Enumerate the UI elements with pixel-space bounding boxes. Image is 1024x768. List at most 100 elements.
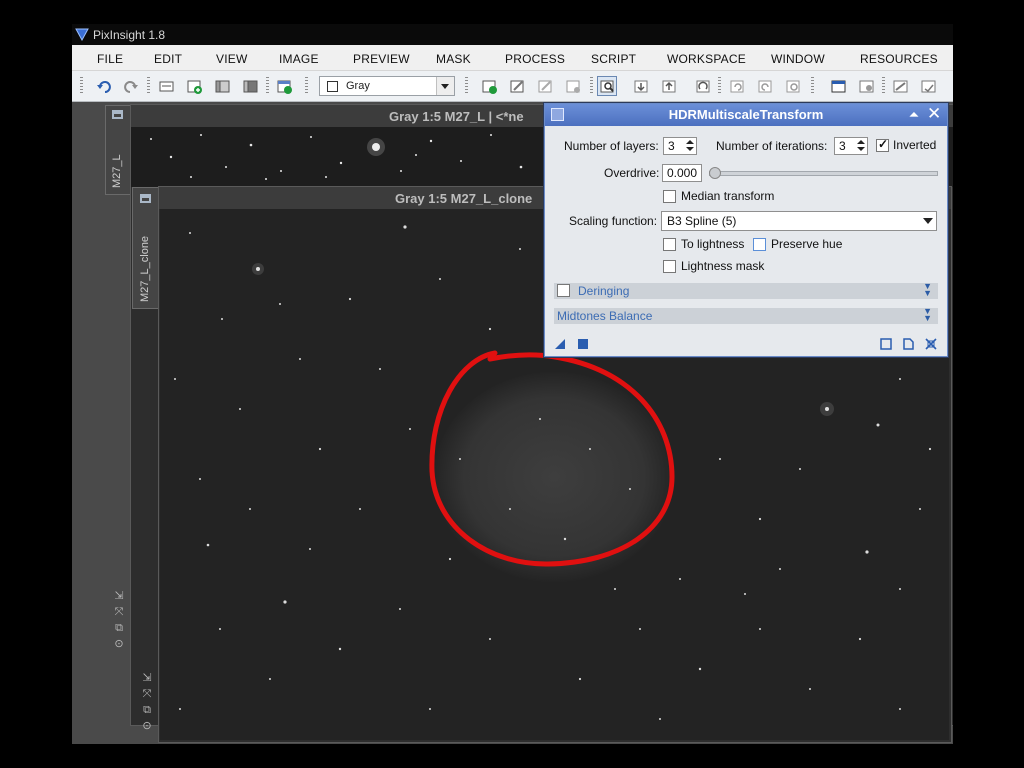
spin-up-icon[interactable] bbox=[856, 139, 866, 146]
overdrive-value: 0.000 bbox=[667, 166, 698, 180]
menu-window[interactable]: WINDOW bbox=[771, 52, 825, 66]
median-transform-checkbox[interactable] bbox=[663, 190, 676, 203]
color-mode-select[interactable]: Gray bbox=[319, 76, 455, 96]
close-icon[interactable]: ✕ bbox=[927, 105, 941, 122]
tab-m27-l-clone[interactable]: M27_L_clone bbox=[132, 187, 160, 309]
preview-add-icon[interactable] bbox=[535, 76, 555, 96]
mask-enable-icon[interactable] bbox=[631, 76, 651, 96]
new-instance-icon[interactable] bbox=[554, 338, 566, 350]
iterations-value: 3 bbox=[839, 139, 846, 153]
window-icon bbox=[112, 110, 123, 119]
pixinsight-logo-icon bbox=[75, 28, 89, 41]
app-title: PixInsight 1.8 bbox=[93, 28, 166, 42]
expand-icon[interactable]: ▼ ▼ bbox=[923, 307, 932, 323]
zoom-icon[interactable] bbox=[597, 76, 617, 96]
edit-preview-icon[interactable] bbox=[507, 76, 527, 96]
tab-m27-l-clone-label: M27_L_clone bbox=[139, 235, 151, 302]
section-deringing-label: Deringing bbox=[578, 284, 630, 298]
restore-icon[interactable]: ⧉ bbox=[139, 702, 155, 718]
deringing-checkbox[interactable] bbox=[557, 284, 570, 297]
menu-bar: FILE EDIT VIEW IMAGE PREVIEW MASK PROCES… bbox=[72, 45, 953, 71]
layers-value: 3 bbox=[668, 139, 675, 153]
app-titlebar: PixInsight 1.8 bbox=[72, 24, 953, 45]
dialog-titlebar[interactable]: HDRMultiscaleTransform ⏶ ✕ bbox=[545, 104, 947, 126]
spin-up-icon[interactable] bbox=[685, 139, 695, 146]
new-image-icon[interactable] bbox=[184, 76, 204, 96]
section-midtones-balance[interactable]: Midtones Balance ▼ ▼ bbox=[554, 307, 938, 324]
pan-icon[interactable]: ⇲ bbox=[139, 670, 155, 686]
expand-icon[interactable]: ▼ ▼ bbox=[923, 282, 932, 298]
image-window-m27-l-title: Gray 1:5 M27_L | <*ne bbox=[389, 109, 524, 124]
pan-icon[interactable]: ⇲ bbox=[111, 588, 127, 604]
iterations-label: Number of iterations: bbox=[716, 139, 828, 153]
undo-icon[interactable] bbox=[94, 76, 114, 96]
image-identifier-icon[interactable] bbox=[156, 76, 176, 96]
chevron-down-icon bbox=[436, 77, 454, 95]
overdrive-slider-knob[interactable] bbox=[709, 167, 721, 179]
reset-icon[interactable] bbox=[925, 338, 937, 350]
zoom-fit-icon[interactable]: ⤧ bbox=[139, 686, 155, 702]
menu-resources[interactable]: RESOURCES bbox=[860, 52, 938, 66]
inverted-label: Inverted bbox=[893, 138, 937, 152]
inverted-checkbox[interactable] bbox=[876, 137, 889, 152]
duplicate-icon[interactable] bbox=[212, 76, 232, 96]
documentation-icon[interactable] bbox=[902, 338, 914, 350]
toolbar-separator bbox=[147, 77, 150, 95]
window-cascade-icon[interactable] bbox=[856, 76, 876, 96]
to-lightness-checkbox[interactable] bbox=[663, 238, 676, 251]
menu-file[interactable]: FILE bbox=[97, 52, 123, 66]
mask-invert-icon[interactable] bbox=[693, 76, 713, 96]
window-icon bbox=[140, 194, 151, 203]
scaling-function-value: B3 Spline (5) bbox=[667, 214, 737, 228]
menu-mask[interactable]: MASK bbox=[436, 52, 471, 66]
menu-script[interactable]: SCRIPT bbox=[591, 52, 636, 66]
apply-global-icon[interactable] bbox=[577, 338, 589, 350]
toolbar-separator bbox=[718, 77, 721, 95]
menu-preview[interactable]: PREVIEW bbox=[353, 52, 410, 66]
process-redo-icon[interactable] bbox=[755, 76, 775, 96]
toolbar-separator bbox=[811, 77, 814, 95]
image-window-m27-l-clone-title: Gray 1:5 M27_L_clone bbox=[395, 191, 533, 206]
mask-show-icon[interactable] bbox=[659, 76, 679, 96]
toolbar-separator bbox=[465, 77, 468, 95]
lightness-mask-label: Lightness mask bbox=[681, 259, 765, 273]
overdrive-field[interactable]: 0.000 bbox=[662, 164, 702, 182]
scaling-function-label: Scaling function: bbox=[569, 214, 658, 228]
dialog-title: HDRMultiscaleTransform bbox=[668, 107, 824, 122]
menu-workspace[interactable]: WORKSPACE bbox=[667, 52, 746, 66]
iterations-spinbox[interactable]: 3 bbox=[834, 137, 868, 155]
overdrive-slider[interactable] bbox=[709, 171, 938, 176]
shade-icon[interactable]: ⏶ bbox=[907, 108, 921, 122]
new-preview-icon[interactable] bbox=[479, 76, 499, 96]
menu-edit[interactable]: EDIT bbox=[154, 52, 182, 66]
lightness-mask-checkbox[interactable] bbox=[663, 260, 676, 273]
redo-icon[interactable] bbox=[120, 76, 140, 96]
window-minimize-all-icon[interactable] bbox=[890, 76, 910, 96]
target-icon[interactable]: ⊙ bbox=[111, 636, 127, 652]
toolbar-separator bbox=[80, 77, 83, 95]
spin-down-icon[interactable] bbox=[685, 146, 695, 153]
scaling-function-select[interactable]: B3 Spline (5) bbox=[661, 211, 937, 231]
target-icon[interactable]: ⊙ bbox=[139, 718, 155, 734]
restore-icon[interactable]: ⧉ bbox=[111, 620, 127, 636]
process-undo-icon[interactable] bbox=[727, 76, 747, 96]
new-window-icon[interactable] bbox=[274, 76, 294, 96]
preview-delete-icon[interactable] bbox=[563, 76, 583, 96]
chevron-down-icon bbox=[923, 218, 933, 224]
window-close-all-icon[interactable] bbox=[918, 76, 938, 96]
clone-icon[interactable] bbox=[240, 76, 260, 96]
menu-view[interactable]: VIEW bbox=[216, 52, 247, 66]
section-deringing[interactable]: Deringing ▼ ▼ bbox=[554, 282, 938, 299]
menu-process[interactable]: PROCESS bbox=[505, 52, 565, 66]
spin-down-icon[interactable] bbox=[856, 146, 866, 153]
real-time-preview-icon[interactable] bbox=[880, 338, 892, 350]
window-tile-icon[interactable] bbox=[828, 76, 848, 96]
layers-spinbox[interactable]: 3 bbox=[663, 137, 697, 155]
preserve-hue-checkbox[interactable] bbox=[753, 238, 766, 251]
process-reset-icon[interactable] bbox=[783, 76, 803, 96]
menu-image[interactable]: IMAGE bbox=[279, 52, 319, 66]
tab-m27-l-label: M27_L bbox=[111, 154, 123, 188]
zoom-fit-icon[interactable]: ⤧ bbox=[111, 604, 127, 620]
tab-m27-l[interactable]: M27_L bbox=[105, 105, 131, 195]
main-toolbar: Gray bbox=[72, 71, 953, 102]
